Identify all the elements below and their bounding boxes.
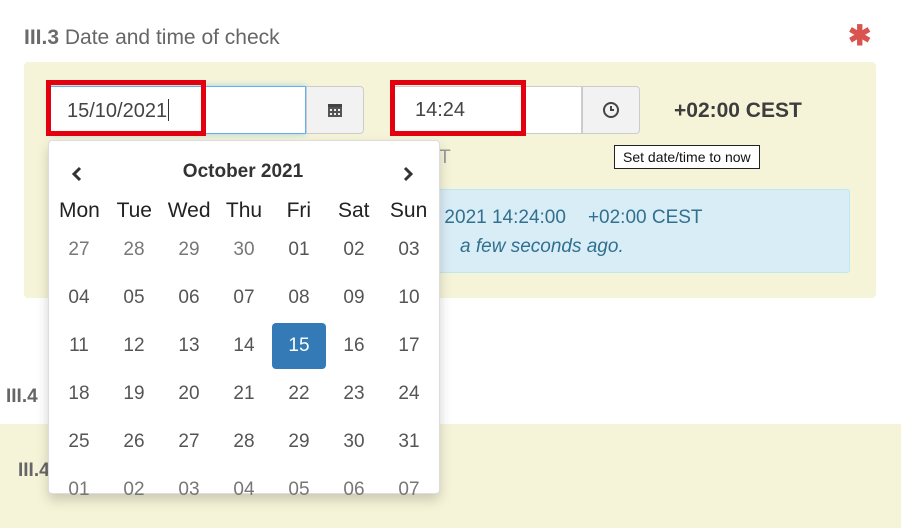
calendar-day[interactable]: 30 [217, 227, 271, 273]
calendar-day[interactable]: 31 [382, 419, 436, 465]
calendar-month-title[interactable]: October 2021 [150, 161, 336, 183]
calendar-day[interactable]: 08 [272, 275, 326, 321]
calendar-day[interactable]: 29 [272, 419, 326, 465]
calendar-day[interactable]: 24 [382, 371, 436, 417]
calendar-day[interactable]: 12 [107, 323, 161, 369]
calendar-day[interactable]: 01 [52, 467, 106, 513]
weekday-header: Sun [389, 199, 428, 222]
calendar-day[interactable]: 21 [217, 371, 271, 417]
next-month-button[interactable] [393, 160, 423, 188]
section-iii4-label: III.4 [6, 386, 38, 407]
section-title: Date and time of check [64, 26, 280, 49]
prev-month-button[interactable] [62, 160, 92, 188]
calendar-day[interactable]: 13 [162, 323, 216, 369]
chevron-left-icon [71, 166, 82, 182]
set-now-button[interactable] [582, 86, 640, 134]
calendar-day[interactable]: 26 [107, 419, 161, 465]
weekday-header: Fri [286, 199, 312, 222]
calendar-day[interactable]: 17 [382, 323, 436, 369]
calendar-day[interactable]: 10 [382, 275, 436, 321]
chevron-right-icon [403, 166, 414, 182]
calendar-days-grid: 27 28 29 30 01 02 03 04 05 06 07 08 09 10 11 12 13 14 15 16… [52, 226, 438, 514]
calendar-day[interactable]: 06 [162, 275, 216, 321]
asterisk-icon: ✱ [848, 20, 872, 51]
calendar-day[interactable]: 05 [107, 275, 161, 321]
calendar-day[interactable]: 02 [327, 227, 381, 273]
calendar-day[interactable]: 20 [162, 371, 216, 417]
clock-icon [603, 102, 619, 118]
section-header: III.3 Date and time of check [24, 26, 280, 50]
calendar-day[interactable]: 22 [272, 371, 326, 417]
calendar-day[interactable]: 01 [272, 227, 326, 273]
calendar-day[interactable]: 25 [52, 419, 106, 465]
weekday-header: Sat [337, 199, 370, 222]
timezone-label: +02:00 CEST [674, 99, 802, 122]
time-highlight-box [390, 80, 526, 136]
weekday-header: Mon [59, 199, 100, 222]
calendar-day[interactable]: 23 [327, 371, 381, 417]
calendar-day[interactable]: 07 [217, 275, 271, 321]
calendar-button[interactable] [306, 86, 364, 134]
calendar-day[interactable]: 14 [217, 323, 271, 369]
calendar-day-selected[interactable]: 15 [272, 323, 326, 369]
calendar-icon [328, 104, 342, 117]
calendar-day[interactable]: 05 [272, 467, 326, 513]
weekday-header: Tue [116, 199, 152, 222]
section-iii4-sublabel: III.4 [18, 460, 50, 481]
calendar-day[interactable]: 27 [162, 419, 216, 465]
calendar-day[interactable]: 19 [107, 371, 161, 417]
summary-timezone: +02:00 CEST [587, 207, 703, 228]
calendar-day[interactable]: 03 [382, 227, 436, 273]
calendar-day[interactable]: 27 [52, 227, 106, 273]
calendar-day[interactable]: 09 [327, 275, 381, 321]
weekday-header-row: Mon Tue Wed Thu Fri Sat Sun [52, 199, 436, 223]
calendar-day[interactable]: 07 [382, 467, 436, 513]
weekday-header: Wed [167, 199, 211, 222]
calendar-day[interactable]: 02 [107, 467, 161, 513]
calendar-day[interactable]: 30 [327, 419, 381, 465]
calendar-day[interactable]: 04 [52, 275, 106, 321]
calendar-day[interactable]: 11 [52, 323, 106, 369]
date-highlight-box [46, 80, 206, 136]
calendar-day[interactable]: 04 [217, 467, 271, 513]
weekday-header: Thu [225, 199, 263, 222]
summary-relative: a few seconds ago. [460, 236, 624, 257]
calendar-day[interactable]: 03 [162, 467, 216, 513]
calendar-day[interactable]: 16 [327, 323, 381, 369]
calendar-day[interactable]: 06 [327, 467, 381, 513]
section-number: III.3 [24, 26, 60, 49]
calendar-day[interactable]: 29 [162, 227, 216, 273]
calendar-day[interactable]: 28 [107, 227, 161, 273]
tooltip: Set date/time to now [614, 145, 760, 169]
calendar-day[interactable]: 28 [217, 419, 271, 465]
calendar-day[interactable]: 18 [52, 371, 106, 417]
